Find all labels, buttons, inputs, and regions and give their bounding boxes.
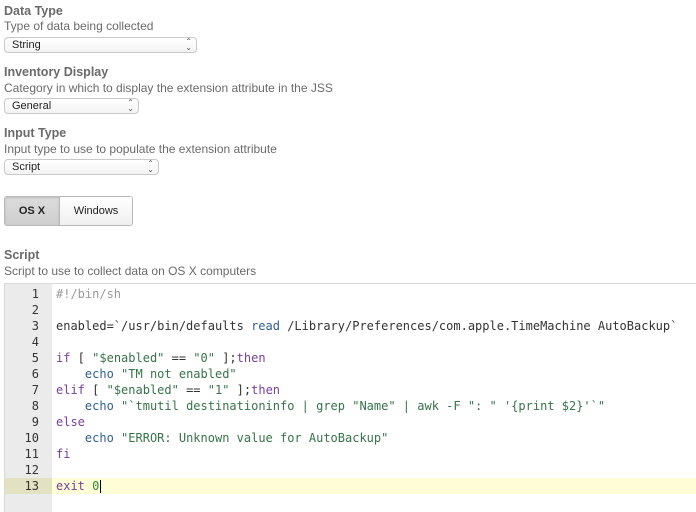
line-number: 3	[31, 319, 39, 333]
text-cursor	[100, 480, 102, 493]
code-line[interactable]: 4	[5, 334, 696, 350]
line-number: 5	[31, 351, 39, 365]
code-line[interactable]: 8 echo "`tmutil destinationinfo | grep "…	[5, 398, 696, 414]
inventory-display-select[interactable]: General ⌃ ⌄	[4, 98, 139, 114]
line-number: 7	[31, 383, 39, 397]
code-text: echo "`tmutil destinationinfo | grep "Na…	[84, 399, 606, 413]
code-line[interactable]: 3 enabled=`/usr/bin/defaults read /Librar…	[5, 318, 696, 334]
input-type-value: Script	[12, 161, 41, 173]
line-number: 8	[31, 399, 39, 413]
inventory-display-value: General	[12, 100, 52, 112]
line-number: 13	[5, 478, 52, 494]
script-description: Script to use to collect data on OS X co…	[4, 264, 257, 278]
tab-windows[interactable]: Windows	[60, 197, 132, 225]
data-type-select[interactable]: String ⌃ ⌄	[4, 37, 197, 53]
platform-segmented-control: OS X Windows	[4, 196, 133, 226]
input-type-title: Input Type	[4, 126, 67, 140]
script-editor[interactable]: 1 #!/bin/sh 2 3 enabled=`/usr/bin/defaults r…	[4, 283, 696, 512]
line-number: 9	[31, 415, 39, 429]
code-line[interactable]: 12	[5, 462, 696, 478]
data-type-description: Type of data being collected	[4, 19, 154, 33]
code-text: echo "ERROR: Unknown value for AutoBacku…	[84, 431, 389, 445]
data-type-value: String	[12, 39, 41, 51]
code-text: fi	[56, 447, 71, 461]
inventory-display-title: Inventory Display	[4, 65, 109, 79]
select-chevron-icon: ⌃ ⌄	[147, 159, 154, 174]
input-type-description: Input type to use to populate the extens…	[4, 142, 277, 156]
code-text: #!/bin/sh	[56, 287, 122, 301]
code-text: elif [ "$enabled" == "1" ];then	[56, 383, 281, 397]
code-line[interactable]: 5 if [ "$enabled" == "0" ];then	[5, 350, 696, 366]
select-chevron-icon: ⌃ ⌄	[185, 37, 192, 52]
code-text: if [ "$enabled" == "0" ];then	[56, 351, 266, 365]
code-line[interactable]: 1 #!/bin/sh	[5, 286, 696, 302]
code-text: echo "TM not enabled"	[84, 367, 237, 381]
code-text: exit 0	[56, 479, 102, 493]
script-title: Script	[4, 248, 40, 262]
input-type-select[interactable]: Script ⌃ ⌄	[4, 159, 159, 175]
code-line[interactable]: 2	[5, 302, 696, 318]
code-text: else	[56, 415, 85, 429]
line-number: 1	[31, 287, 39, 301]
code-line[interactable]: 13 exit 0	[5, 478, 696, 494]
code-text: enabled=`/usr/bin/defaults read /Library…	[56, 319, 678, 333]
code-line[interactable]: 6 echo "TM not enabled"	[5, 366, 696, 382]
line-number: 2	[31, 303, 39, 317]
code-line[interactable]: 10 echo "ERROR: Unknown value for AutoBa…	[5, 430, 696, 446]
inventory-display-description: Category in which to display the extensi…	[4, 81, 333, 95]
tab-os-x[interactable]: OS X	[5, 197, 60, 225]
line-number: 6	[31, 367, 39, 381]
data-type-title: Data Type	[4, 4, 63, 18]
code-line[interactable]: 9 else	[5, 414, 696, 430]
line-number: 12	[24, 463, 39, 477]
select-chevron-icon: ⌃ ⌄	[127, 98, 134, 113]
line-number: 11	[24, 447, 39, 461]
line-number: 10	[24, 431, 39, 445]
line-number: 4	[31, 335, 39, 349]
code-line[interactable]: 11 fi	[5, 446, 696, 462]
code-line[interactable]: 7 elif [ "$enabled" == "1" ];then	[5, 382, 696, 398]
